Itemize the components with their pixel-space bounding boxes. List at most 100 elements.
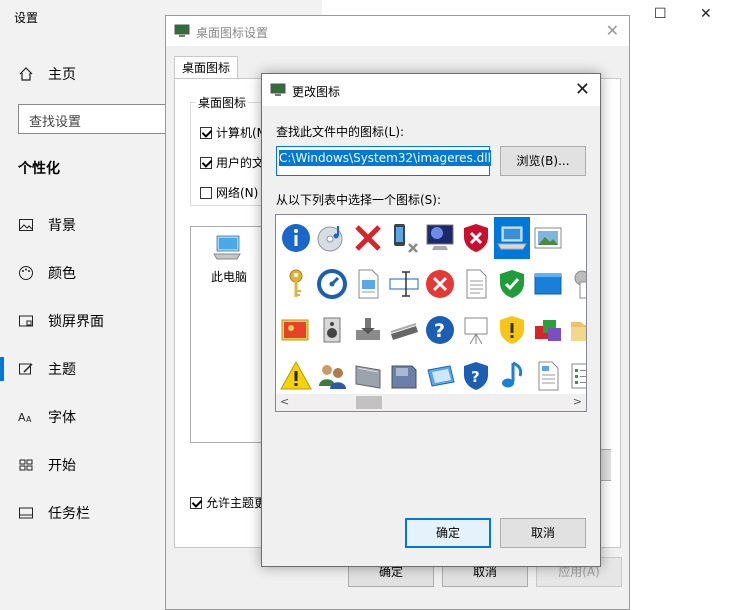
- font-icon: AA: [18, 411, 32, 424]
- blue-window-icon[interactable]: [530, 263, 566, 305]
- cd-music-icon[interactable]: [314, 217, 350, 259]
- dialog-close-button[interactable]: ✕: [575, 79, 590, 100]
- path-value: C:\Windows\System32\imageres.dll: [279, 150, 491, 166]
- svg-text:A: A: [26, 415, 32, 424]
- settings-doc-icon[interactable]: [566, 263, 586, 305]
- taskbar-icon: [19, 507, 33, 519]
- home-icon: [19, 67, 33, 81]
- horizontal-scrollbar[interactable]: < >: [276, 394, 586, 411]
- dialog-titlebar: 更改图标 ✕: [262, 74, 600, 106]
- nav-item-label: 背景: [48, 218, 76, 234]
- browse-button[interactable]: 浏览(B)...: [500, 146, 586, 176]
- dialog-close-button[interactable]: ✕: [606, 21, 619, 40]
- key-icon[interactable]: [278, 263, 314, 305]
- group-label: 桌面图标: [196, 94, 249, 111]
- checkbox-box[interactable]: [200, 126, 212, 139]
- scroll-thumb[interactable]: [356, 396, 382, 409]
- laptop-icon[interactable]: [494, 217, 530, 259]
- red-x-icon[interactable]: [350, 217, 386, 259]
- users-icon[interactable]: [314, 355, 350, 397]
- nav-item-label: 锁屏界面: [48, 314, 104, 330]
- text-doc-icon[interactable]: [458, 263, 494, 305]
- checkbox-label: 允许主题更: [206, 496, 267, 510]
- tab-desktop-icons[interactable]: 桌面图标: [174, 56, 238, 79]
- shield-warning-icon[interactable]: [494, 309, 530, 351]
- palette-icon: [19, 266, 33, 280]
- image-icon: [19, 219, 33, 231]
- shield-check-icon[interactable]: [494, 263, 530, 305]
- monitor-icon[interactable]: [422, 217, 458, 259]
- change-icon-dialog: 更改图标 ✕ 查找此文件中的图标(L): C:\Windows\System32…: [261, 73, 601, 567]
- nav-item-label: 开始: [48, 458, 76, 474]
- nav-item-colors[interactable]: 颜色: [18, 261, 76, 285]
- network-drive-icon[interactable]: [422, 355, 458, 397]
- user-files-checkbox[interactable]: 用户的文: [200, 154, 264, 171]
- doc-image-icon[interactable]: [350, 263, 386, 305]
- dialog-title: 桌面图标设置: [196, 26, 269, 40]
- disk-icon[interactable]: [386, 355, 422, 397]
- scroll-left-icon[interactable]: <: [280, 395, 289, 408]
- nav-item-start[interactable]: 开始: [18, 453, 76, 477]
- checkbox-box[interactable]: [190, 496, 202, 509]
- music-note-icon[interactable]: [494, 355, 530, 397]
- svg-text:?: ?: [471, 368, 480, 386]
- checkbox-box[interactable]: [200, 156, 212, 169]
- nav-home-label: 主页: [48, 67, 76, 83]
- theme-brush-icon: [19, 363, 33, 375]
- svg-text:A: A: [18, 411, 26, 424]
- nav-item-themes[interactable]: 主题: [18, 357, 76, 381]
- section-heading: 个性化: [18, 161, 60, 177]
- shield-x-icon[interactable]: [458, 217, 494, 259]
- computer-checkbox[interactable]: 计算机(M: [200, 124, 267, 141]
- nav-item-lockscreen[interactable]: 锁屏界面: [18, 309, 104, 333]
- programs-icon[interactable]: [530, 309, 566, 351]
- checkbox-label: 用户的文: [216, 156, 265, 170]
- start-grid-icon: [19, 459, 33, 471]
- speedometer-icon[interactable]: [314, 263, 350, 305]
- nav-item-background[interactable]: 背景: [18, 213, 76, 237]
- nav-item-taskbar[interactable]: 任务栏: [18, 501, 90, 525]
- allow-theme-checkbox[interactable]: 允许主题更: [190, 494, 266, 511]
- icon-file-path-input[interactable]: C:\Windows\System32\imageres.dll: [276, 146, 491, 176]
- nav-home[interactable]: 主页: [18, 64, 76, 84]
- projector-icon[interactable]: [458, 309, 494, 351]
- icon-list-label: 从以下列表中选择一个图标(S):: [276, 193, 442, 207]
- warning-icon[interactable]: [278, 355, 314, 397]
- network-checkbox[interactable]: 网络(N): [200, 184, 258, 201]
- desktop-monitor-icon: [174, 24, 190, 37]
- ok-button[interactable]: 确定: [405, 518, 491, 548]
- this-pc-label: 此电脑: [211, 270, 248, 284]
- nav-item-label: 颜色: [48, 266, 76, 282]
- cancel-button[interactable]: 取消: [500, 518, 586, 548]
- active-indicator: [0, 357, 4, 381]
- rename-icon[interactable]: [386, 263, 422, 305]
- scroll-right-icon[interactable]: >: [573, 395, 582, 408]
- icon-list[interactable]: ? ? < >: [275, 214, 587, 412]
- close-button[interactable]: ✕: [700, 6, 712, 22]
- checkbox-label: 网络(N): [216, 186, 259, 200]
- speaker-icon[interactable]: [314, 309, 350, 351]
- nav-item-label: 任务栏: [48, 506, 90, 522]
- photo-viewer-icon[interactable]: [278, 309, 314, 351]
- scanner-icon[interactable]: [386, 309, 422, 351]
- nav-item-label: 主题: [48, 362, 76, 378]
- phone-x-icon[interactable]: [386, 217, 422, 259]
- nav-item-fonts[interactable]: AA 字体: [18, 405, 76, 429]
- this-pc-icon[interactable]: [212, 234, 242, 262]
- doc-icon[interactable]: [530, 355, 566, 397]
- error-icon[interactable]: [422, 263, 458, 305]
- lockscreen-icon: [19, 315, 33, 327]
- drive-icon[interactable]: [350, 355, 386, 397]
- maximize-button[interactable]: ☐: [654, 6, 667, 22]
- nav-item-label: 字体: [48, 410, 76, 426]
- dialog-title: 更改图标: [292, 85, 341, 99]
- help-icon[interactable]: ?: [422, 309, 458, 351]
- picture-icon[interactable]: [530, 217, 566, 259]
- list-icon[interactable]: [566, 355, 586, 397]
- shield-help-icon[interactable]: ?: [458, 355, 494, 397]
- search-input[interactable]: 查找设置: [18, 104, 178, 134]
- disk-drive-icon[interactable]: [350, 309, 386, 351]
- folder-icon[interactable]: [566, 309, 586, 351]
- info-icon[interactable]: [278, 217, 314, 259]
- checkbox-box[interactable]: [200, 186, 212, 199]
